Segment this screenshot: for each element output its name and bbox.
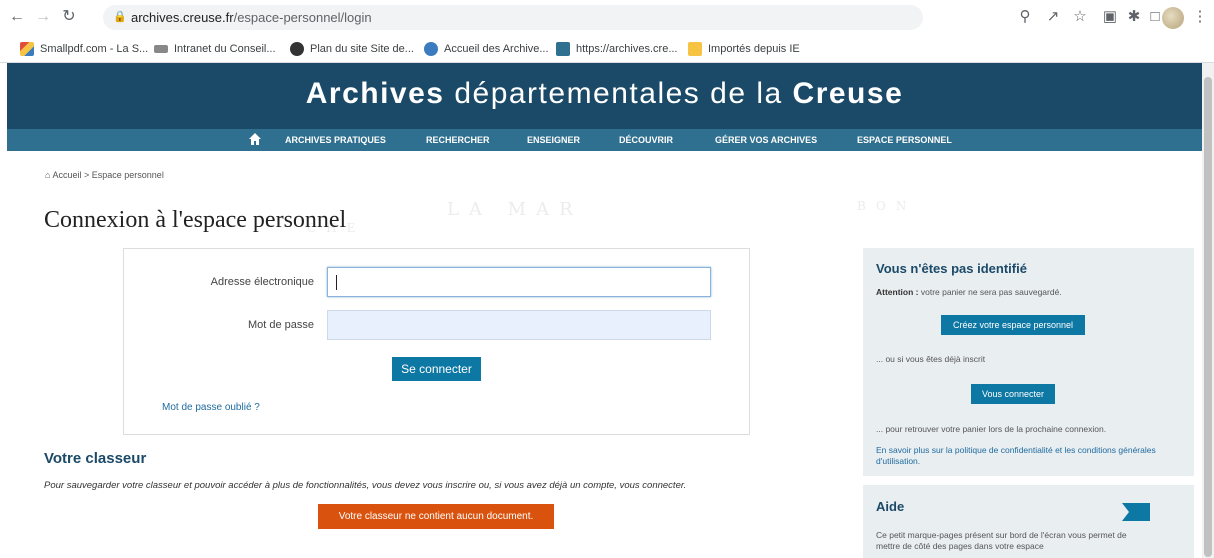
retrieve-text: ... pour retrouver votre panier lors de … [876,424,1107,434]
star-icon[interactable]: ☆ [1070,7,1090,27]
back-icon[interactable]: ← [6,6,28,28]
login-submit-button[interactable]: Se connecter [392,357,481,381]
home-icon[interactable] [248,132,262,146]
share-icon[interactable]: ↗ [1043,7,1063,27]
sidepanel-icon[interactable]: □ [1148,7,1162,27]
password-label: Mot de passe [247,319,314,331]
reload-icon[interactable]: ↻ [58,6,80,28]
site-title[interactable]: Archives départementales de la Creuse [7,77,1202,111]
url-path: /espace-personnel/login [233,10,372,25]
bookmark-item[interactable]: Accueil des Archive... [424,38,549,60]
page-title: Connexion à l'espace personnel [44,207,347,233]
menu-item-decouvrir[interactable]: DÉCOUVRIR [619,129,673,151]
url-host: archives.creuse.fr [131,10,234,25]
forward-icon[interactable]: → [32,6,54,28]
breadcrumb-separator: > [83,170,90,180]
bookmark-item[interactable]: https://archives.cre... [556,38,677,60]
page-scrollbar[interactable] [1202,63,1214,558]
text-caret [336,275,337,290]
zoom-icon[interactable]: ⚲ [1015,7,1035,27]
menu-item-rechercher[interactable]: RECHERCHER [426,129,490,151]
bookmarks-bar: Smallpdf.com - La S... Intranet du Conse… [0,38,1214,60]
privacy-link[interactable]: En savoir plus sur la politique de confi… [876,445,1176,467]
breadcrumb-home[interactable]: Accueil [52,170,81,180]
smallpdf-icon [20,42,34,57]
help-text: Ce petit marque-pages présent sur bord d… [876,530,1127,551]
home-icon[interactable]: ⌂ [45,170,50,180]
menu-item-espace-personnel[interactable]: ESPACE PERSONNEL [857,129,952,151]
archives-icon [424,42,438,57]
extension-icon[interactable]: ▣ [1100,7,1120,27]
menu-item-enseigner[interactable]: ENSEIGNER [527,129,580,151]
profile-avatar[interactable] [1162,7,1184,29]
pinterest-icon [290,42,304,57]
email-label: Adresse électronique [210,276,314,288]
lock-icon: 🔒 [113,11,127,23]
address-bar[interactable]: 🔒 archives.creuse.fr/espace-personnel/lo… [103,5,923,30]
bookmark-tab-icon[interactable] [1122,503,1150,521]
browser-chrome: ← → ↻ 🔒 archives.creuse.fr/espace-person… [0,0,1214,63]
folder-icon [688,42,702,57]
bookmark-item[interactable]: Smallpdf.com - La S... [20,38,148,60]
bookmark-item[interactable]: Intranet du Conseil... [154,38,276,60]
main-menu: ARCHIVES PRATIQUES RECHERCHER ENSEIGNER … [7,129,1202,151]
breadcrumb-current: Espace personnel [91,170,164,180]
archives-creuse-icon [556,42,570,57]
attention-text: Attention : votre panier ne sera pas sau… [876,287,1062,297]
email-field[interactable] [327,267,711,297]
site: LA MAR BON CHE Archives départementales … [0,63,1214,558]
create-account-button[interactable]: Créez votre espace personnel [941,315,1085,335]
identification-panel: Vous n'êtes pas identifié Attention : vo… [863,248,1194,476]
breadcrumb: ⌂ Accueil > Espace personnel [45,170,164,180]
classeur-text: Pour sauvegarder votre classeur et pouvo… [44,480,687,491]
password-field[interactable] [327,310,711,340]
scrollbar-thumb[interactable] [1204,77,1212,557]
forgot-password-link[interactable]: Mot de passe oublié ? [162,402,260,413]
menu-item-archives-pratiques[interactable]: ARCHIVES PRATIQUES [285,129,386,151]
or-text: ... ou si vous êtes déjà inscrit [876,354,986,364]
identification-title: Vous n'êtes pas identifié [876,261,1027,276]
bookmark-folder[interactable]: Importés depuis IE [688,38,800,60]
login-form: Adresse électronique Mot de passe Se con… [123,248,750,435]
help-panel: Aide Ce petit marque-pages présent sur b… [863,485,1194,558]
intranet-icon [154,45,168,54]
puzzle-icon[interactable]: ✱ [1124,7,1144,27]
bookmark-item[interactable]: Plan du site Site de... [290,38,414,60]
help-title: Aide [876,499,905,514]
classeur-empty-notice: Votre classeur ne contient aucun documen… [318,504,554,529]
classeur-title: Votre classeur [44,450,147,467]
sidebar-login-button[interactable]: Vous connecter [971,384,1055,404]
kebab-menu-icon[interactable]: ⋮ [1190,7,1210,27]
menu-item-gerer-vos-archives[interactable]: GÉRER VOS ARCHIVES [715,129,817,151]
site-header: Archives départementales de la Creuse [7,63,1202,129]
